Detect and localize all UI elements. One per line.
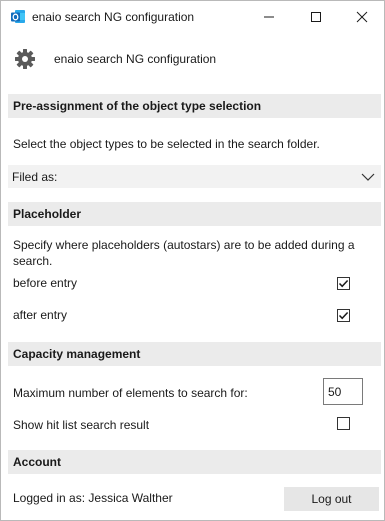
configuration-window: enaio search NG configuration enaio sear…: [0, 0, 385, 521]
close-button[interactable]: [339, 1, 385, 32]
close-icon: [356, 11, 368, 22]
preassignment-description: Select the object types to be selected i…: [13, 137, 320, 151]
max-elements-label: Maximum number of elements to search for…: [13, 386, 248, 400]
section-heading-capacity: Capacity management: [8, 342, 381, 366]
logged-in-label: Logged in as: Jessica Walther: [13, 491, 173, 505]
minimize-icon: [264, 16, 274, 17]
title-bar: enaio search NG configuration: [1, 1, 384, 32]
page-title: enaio search NG configuration: [54, 52, 217, 66]
window-title: enaio search NG configuration: [32, 10, 195, 24]
filed-as-label: Filed as:: [12, 170, 58, 184]
placeholder-description: Specify where placeholders (autostars) a…: [13, 238, 355, 268]
filed-as-dropdown[interactable]: Filed as:: [8, 165, 381, 188]
checkmark-icon: [338, 311, 349, 320]
outlook-icon: [10, 9, 26, 25]
show-hit-list-checkbox[interactable]: [337, 417, 350, 430]
section-heading-preassignment: Pre-assignment of the object type select…: [8, 94, 381, 118]
after-entry-checkbox[interactable]: [337, 309, 350, 322]
after-entry-label: after entry: [13, 308, 68, 322]
section-heading-placeholder: Placeholder: [8, 202, 381, 226]
minimize-button[interactable]: [246, 1, 292, 32]
before-entry-checkbox[interactable]: [337, 277, 350, 290]
logout-button[interactable]: Log out: [284, 487, 379, 511]
checkmark-icon: [338, 279, 349, 288]
before-entry-label: before entry: [13, 276, 78, 290]
gear-icon: [14, 48, 36, 70]
show-hit-list-label: Show hit list search result: [13, 418, 150, 432]
max-elements-input[interactable]: 50: [323, 378, 363, 405]
chevron-down-icon: [361, 170, 375, 184]
section-heading-account: Account: [8, 450, 381, 474]
maximize-icon: [311, 11, 321, 22]
maximize-button[interactable]: [293, 1, 339, 32]
